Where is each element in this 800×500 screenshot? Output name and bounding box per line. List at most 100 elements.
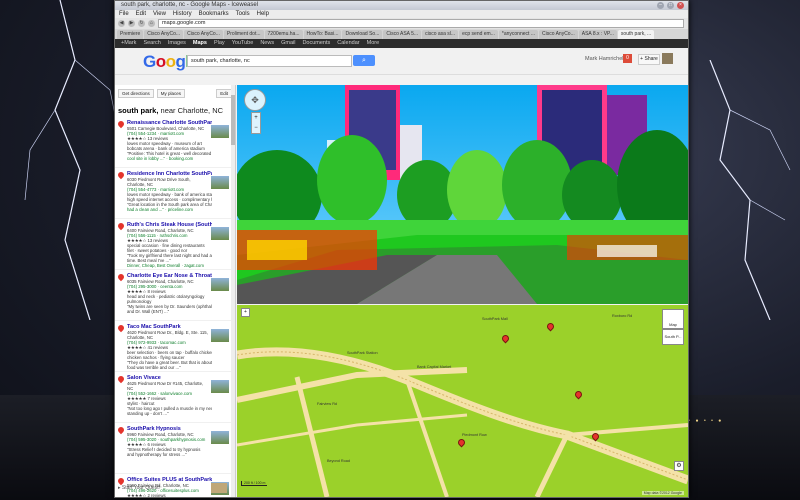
result-item[interactable]: Renaissance Charlotte SouthPark Hotel550…: [115, 117, 235, 168]
zoom-control[interactable]: + −: [251, 112, 261, 134]
avatar[interactable]: [662, 53, 673, 64]
menu-file[interactable]: File: [119, 10, 129, 18]
menu-edit[interactable]: Edit: [136, 10, 146, 18]
result-detail: food was terrible and our ...": [127, 365, 181, 370]
browser-tab[interactable]: cisco asa sl...: [422, 30, 459, 39]
google-bar: +Mark Search Images Maps Play YouTube News Gmai…: [115, 39, 688, 48]
map-label: Fairview Rd: [317, 402, 338, 406]
map-label: Piedmont Row: [462, 433, 487, 437]
street-view-image: [237, 85, 688, 304]
search-button[interactable]: ⌕: [353, 55, 375, 66]
results-panel: Get directions My places Edit south park…: [115, 85, 236, 497]
result-thumbnail[interactable]: [211, 176, 229, 189]
back-icon[interactable]: ◀: [118, 20, 125, 27]
result-detail: Dinner, Cheap, Best Overall · zagat.com: [127, 263, 204, 268]
gbar-link[interactable]: +Mark: [121, 39, 136, 48]
gbar-link[interactable]: YouTube: [232, 39, 254, 48]
gbar-link[interactable]: News: [260, 39, 274, 48]
search-icon: ⌕: [362, 57, 366, 64]
my-places-button[interactable]: My places: [156, 89, 186, 98]
result-item[interactable]: Residence Inn Charlotte SouthPark 6030 Pi…: [115, 168, 235, 219]
result-detail: and hypnotherapy for stress ...": [127, 452, 187, 457]
result-thumbnail[interactable]: [211, 431, 229, 444]
map-roads: [237, 347, 688, 497]
zoom-in-button[interactable]: +: [241, 308, 250, 317]
scrollbar[interactable]: [231, 85, 235, 497]
result-item[interactable]: Ruth's Chris Steak House (SouthPark)6400…: [115, 219, 235, 270]
menu-bookmarks[interactable]: Bookmarks: [199, 10, 229, 18]
home-icon[interactable]: ⌂: [148, 20, 155, 27]
pan-control-icon[interactable]: ✥: [244, 89, 266, 111]
user-name[interactable]: Mark Hamrichell: [585, 56, 625, 62]
browser-tab[interactable]: Cisco AnyCo...: [144, 30, 184, 39]
result-detail: had a clean and ..." · priceline.com: [127, 207, 194, 212]
result-marker-icon: [116, 425, 126, 435]
url-bar[interactable]: maps.google.com: [158, 19, 684, 28]
result-detail: 4625 Piedmont Row Dr #145, Charlotte,: [127, 381, 204, 386]
browser-tab[interactable]: Premiere: [117, 30, 144, 39]
result-item[interactable]: Salon Vivace 4625 Piedmont Row Dr #145, C…: [115, 372, 235, 423]
map-copyright: Map data ©2012 Google: [641, 491, 684, 495]
map-scale: 200 ft / 100 m: [241, 481, 268, 486]
menu-tools[interactable]: Tools: [236, 10, 250, 18]
browser-tab[interactable]: Download So...: [342, 30, 383, 39]
result-item[interactable]: SouthPark Hypnosis 5960 Fairview Road, Ch…: [115, 423, 235, 474]
gbar-link[interactable]: Maps: [193, 39, 207, 48]
gear-icon[interactable]: ⚙: [674, 461, 684, 471]
result-thumbnail[interactable]: [211, 380, 229, 393]
map-label: SouthPark Station: [347, 351, 378, 355]
map-view[interactable]: SouthPark Mall SouthPark Station Bank Ca…: [237, 305, 688, 497]
browser-tab[interactable]: 7200emu.ha...: [264, 30, 303, 39]
search-header: Google south park, charlotte, nc ⌕ Mark …: [115, 48, 688, 75]
result-thumbnail[interactable]: [211, 278, 229, 291]
result-item[interactable]: Taco Mac SouthPark 4620 Piedmont Row Dr.,…: [115, 321, 235, 372]
maximize-icon[interactable]: □: [667, 2, 674, 9]
forward-icon[interactable]: ▶: [128, 20, 135, 27]
get-directions-button[interactable]: Get directions: [118, 89, 154, 98]
result-marker-icon: [116, 476, 126, 486]
gbar-link[interactable]: Documents: [302, 39, 330, 48]
browser-tab[interactable]: HowTo: Basi...: [303, 30, 342, 39]
result-thumbnail[interactable]: [211, 125, 229, 138]
gbar-link[interactable]: Search: [143, 39, 160, 48]
promo-image[interactable]: [211, 483, 227, 493]
map-type-button[interactable]: Map: [662, 309, 684, 329]
browser-tab[interactable]: south park, ...: [617, 30, 655, 39]
browser-tab[interactable]: Proliment dot...: [223, 30, 264, 39]
result-detail: standing up - don't ...": [127, 411, 169, 416]
result-item[interactable]: Charlotte Eye Ear Nose & Throat Associat…: [115, 270, 235, 321]
satellite-thumb-button[interactable]: South P...: [662, 329, 684, 345]
minimize-icon[interactable]: –: [657, 2, 664, 9]
browser-tab[interactable]: Cisco AnyCo...: [538, 30, 578, 39]
gbar-link[interactable]: Images: [168, 39, 186, 48]
menu-help[interactable]: Help: [257, 10, 269, 18]
street-view[interactable]: ✥ + −: [237, 85, 688, 304]
browser-tab[interactable]: ecp send em...: [459, 30, 498, 39]
result-thumbnail[interactable]: [211, 227, 229, 240]
map-label: Bank Capital Market: [417, 365, 452, 369]
result-thumbnail[interactable]: [211, 329, 229, 342]
gbar-link[interactable]: Calendar: [337, 39, 359, 48]
result-marker-icon: [116, 170, 126, 180]
menubar: File Edit View History Bookmarks Tools H…: [115, 10, 688, 18]
browser-tab[interactable]: Cisco AnyCo...: [184, 30, 223, 39]
share-button[interactable]: + Share: [638, 54, 660, 65]
result-detail: cool site in lobby ..." · booking.com: [127, 156, 194, 161]
result-detail: ★★★★☆ 2 reviews: [127, 493, 166, 497]
start-quest-link[interactable]: ▸ Start Your Quest!: [118, 485, 160, 491]
browser-tab[interactable]: *anyconnect ...: [498, 30, 538, 39]
navigation-bar: ◀ ▶ ↻ ⌂ maps.google.com: [115, 18, 688, 29]
gbar-link[interactable]: Gmail: [281, 39, 295, 48]
lightning-right-image: [709, 60, 791, 320]
browser-tab[interactable]: Cisco ASA 5...: [383, 30, 422, 39]
edit-button[interactable]: Edit: [216, 89, 232, 98]
browser-tab[interactable]: ASA 8.x : VP...: [578, 30, 617, 39]
gbar-link[interactable]: Play: [214, 39, 225, 48]
search-input[interactable]: south park, charlotte, nc: [187, 55, 352, 67]
gbar-link[interactable]: More: [367, 39, 380, 48]
menu-history[interactable]: History: [173, 10, 192, 18]
reload-icon[interactable]: ↻: [138, 20, 145, 27]
close-icon[interactable]: ×: [677, 2, 684, 9]
notification-badge[interactable]: 0: [623, 54, 632, 63]
menu-view[interactable]: View: [153, 10, 166, 18]
